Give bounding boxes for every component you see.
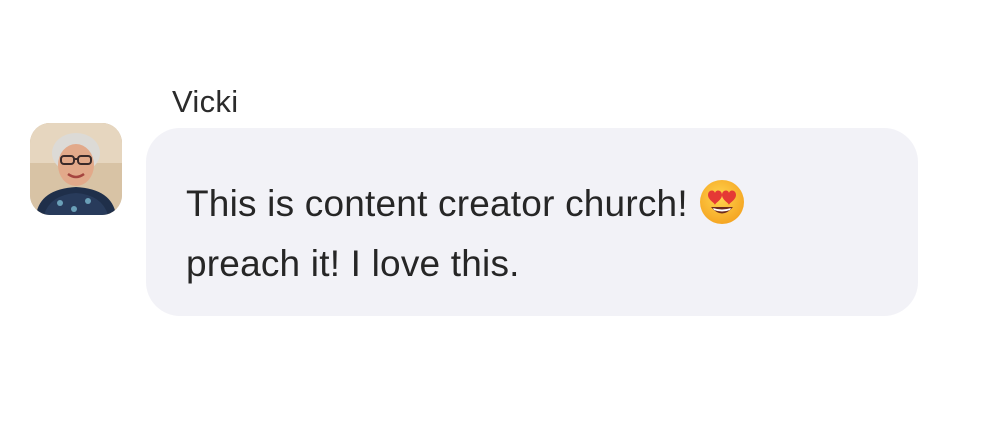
message-bubble[interactable]: This is content creator church! preach i… (146, 128, 918, 316)
message-line-1: This is content creator church! (186, 183, 688, 224)
message-line-2: preach it! I love this. (186, 243, 520, 284)
message-text: This is content creator church! preach i… (186, 174, 880, 294)
chat-message: Vicki This is content creator church! pr… (0, 0, 1000, 424)
avatar[interactable] (30, 123, 122, 215)
heart-eyes-emoji-icon (698, 178, 746, 226)
sender-name: Vicki (172, 84, 239, 119)
